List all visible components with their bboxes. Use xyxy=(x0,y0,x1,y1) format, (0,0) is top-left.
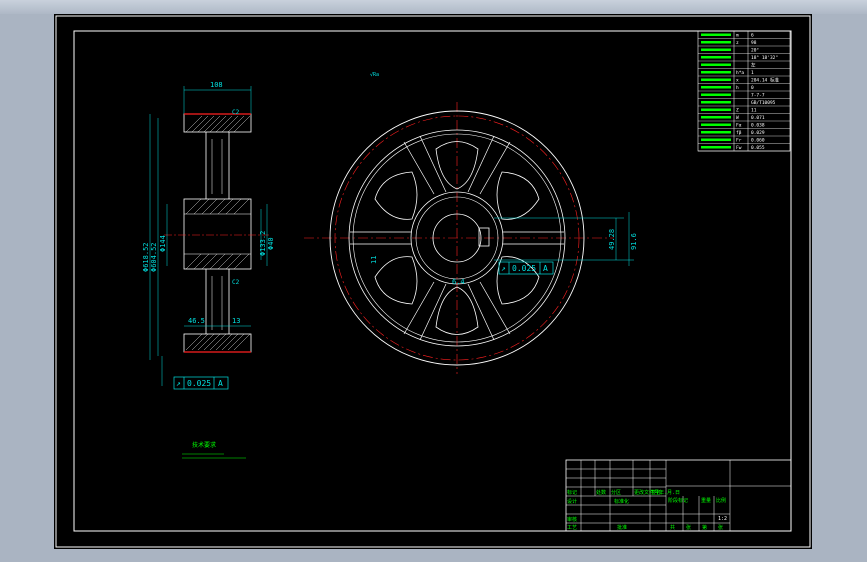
param-symbol: m xyxy=(736,34,739,39)
param-symbol: Fα xyxy=(736,123,742,129)
parameter-table: m 6 z 98 20°18° 18'32"左 h*a 1 x 204.14 标准 h 0 7-7-7… xyxy=(697,30,791,152)
param-value: GB/T10095 xyxy=(751,100,776,106)
title-row-review: 审核 xyxy=(567,516,577,523)
tech-title: 技术要求 xyxy=(192,441,216,449)
section-view: 108 Φ618.52 Φ604.52 Φ144 Φ133.2 Φ40 46.5… xyxy=(142,81,275,390)
dim-keyway: 49.28 xyxy=(608,229,616,250)
param-value: 0.029 xyxy=(751,130,765,136)
title-col-label: 处数 xyxy=(596,489,606,496)
drawing-sheet: 108 Φ618.52 Φ604.52 Φ144 Φ133.2 Φ40 46.5… xyxy=(54,14,812,549)
param-symbol: Z xyxy=(736,108,739,114)
chamfer-note-top: C2 xyxy=(232,109,240,116)
param-label-mark xyxy=(701,56,731,59)
title-col-label: 分区 xyxy=(611,489,621,496)
dim-hub-bore: Φ144 xyxy=(159,235,167,252)
title-sheet-label: 张 xyxy=(718,524,723,531)
param-value: 7-7-7 xyxy=(751,93,765,99)
param-symbol: Fr xyxy=(736,138,742,144)
title-sheet-label: 张 xyxy=(686,524,691,531)
param-label-mark xyxy=(701,48,731,51)
param-label-mark xyxy=(701,41,731,44)
tol-right-datum: A xyxy=(543,264,548,273)
param-value: 0.071 xyxy=(751,115,765,121)
runout-symbol-right: ↗ xyxy=(501,264,506,273)
param-label-mark xyxy=(701,86,731,89)
title-scale: 比例 xyxy=(716,497,726,504)
param-value: 0.060 xyxy=(751,138,765,144)
param-symbol: W xyxy=(736,115,739,121)
title-std: 标准化 xyxy=(614,498,629,505)
param-value: 6 xyxy=(751,33,754,39)
title-col-label: 标记 xyxy=(567,489,577,496)
title-scale-value: 1:2 xyxy=(718,516,727,522)
title-row-design: 设计 xyxy=(567,498,577,505)
dim-tip-diameter: Φ618.52 xyxy=(142,242,150,272)
dim-width: 108 xyxy=(210,81,223,89)
title-approve: 批准 xyxy=(617,524,627,531)
chamfer-note: C2 xyxy=(232,279,240,286)
inner-frame xyxy=(73,30,792,532)
param-label-mark xyxy=(701,71,731,74)
title-sheet-label: 第 xyxy=(702,524,707,531)
param-value: 0 xyxy=(751,85,754,91)
tol-left: 0.025 xyxy=(187,379,211,388)
param-label-mark xyxy=(701,93,731,96)
outer-frame xyxy=(55,15,811,548)
param-label-mark xyxy=(701,131,731,134)
dim-hub-radius: 91.6 xyxy=(630,233,638,250)
tol-right: 0.025 xyxy=(512,264,536,273)
param-symbol: z xyxy=(736,41,739,46)
param-symbol: fβ xyxy=(736,130,742,136)
param-label-mark xyxy=(701,78,731,81)
tol-left-datum: A xyxy=(218,379,223,388)
dim-rim: 13 xyxy=(232,317,240,325)
param-value: 0.038 xyxy=(751,123,765,129)
title-stage: 阶段标记 xyxy=(668,497,688,504)
param-value: 98 xyxy=(751,40,757,46)
title-col-label: 年.月.日 xyxy=(659,489,680,496)
param-label-mark xyxy=(701,108,731,111)
param-label-mark xyxy=(701,138,731,141)
dim-slot2: 6.4 xyxy=(452,278,465,286)
dim-hub-diameter: Φ133.2 xyxy=(259,231,267,256)
front-view: 49.28 91.6 11 6.4 ↗ 0.025 A √Ra xyxy=(304,72,638,374)
param-value: 0.055 xyxy=(751,145,765,151)
technical-requirements: 技术要求 xyxy=(182,441,246,459)
param-value: 左 xyxy=(751,62,756,69)
param-label-mark xyxy=(701,63,731,66)
title-row-process: 工艺 xyxy=(567,525,577,531)
param-label-mark xyxy=(701,33,731,36)
param-value: 1 xyxy=(751,70,754,76)
dim-pitch-diameter: Φ604.52 xyxy=(150,242,158,272)
param-symbol: h xyxy=(736,85,739,91)
param-label-mark xyxy=(701,116,731,119)
param-value: 18° 18'32" xyxy=(751,55,778,61)
param-symbol: Fw xyxy=(736,145,742,151)
window-chrome xyxy=(0,0,867,14)
runout-symbol: ↗ xyxy=(176,379,181,388)
param-label-mark xyxy=(701,123,731,126)
title-weight: 重量 xyxy=(701,497,711,504)
param-symbol: x xyxy=(736,79,739,84)
param-value: 11 xyxy=(751,108,757,114)
title-block: 标记 处数 分区 更改文件号签名年.月.日设计审核工艺标准化批准阶段标记 重量 比例1:2… xyxy=(565,459,792,532)
dim-slot: 11 xyxy=(370,256,378,264)
param-value: 204.14 标准 xyxy=(751,77,779,84)
param-value: 20° xyxy=(751,48,759,54)
title-sheet-label: 共 xyxy=(670,524,675,531)
roughness-note: √Ra xyxy=(370,72,379,78)
param-label-mark xyxy=(701,101,731,104)
param-symbol: h*a xyxy=(736,70,744,76)
cad-drawing: 108 Φ618.52 Φ604.52 Φ144 Φ133.2 Φ40 46.5… xyxy=(55,15,811,548)
dim-web: 46.5 xyxy=(188,317,205,325)
dim-bore: Φ40 xyxy=(267,237,275,250)
param-label-mark xyxy=(701,146,731,149)
